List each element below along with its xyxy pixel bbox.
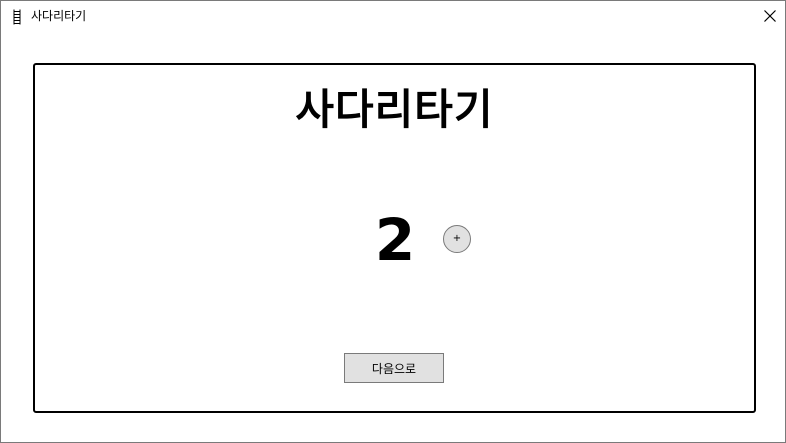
close-icon [764,7,776,26]
close-button[interactable] [755,1,785,31]
ladder-icon [11,9,23,25]
title-bar[interactable]: 사다리타기 [1,1,785,31]
count-display: 2 [374,206,416,274]
next-button[interactable]: 다음으로 [344,353,444,383]
main-panel: 사다리타기 2 + 다음으로 [33,63,756,413]
page-title: 사다리타기 [295,85,494,134]
increment-button[interactable]: + [443,225,471,253]
app-window: 사다리타기 사다리타기 2 + 다음으로 [0,0,786,443]
window-title: 사다리타기 [31,9,87,23]
